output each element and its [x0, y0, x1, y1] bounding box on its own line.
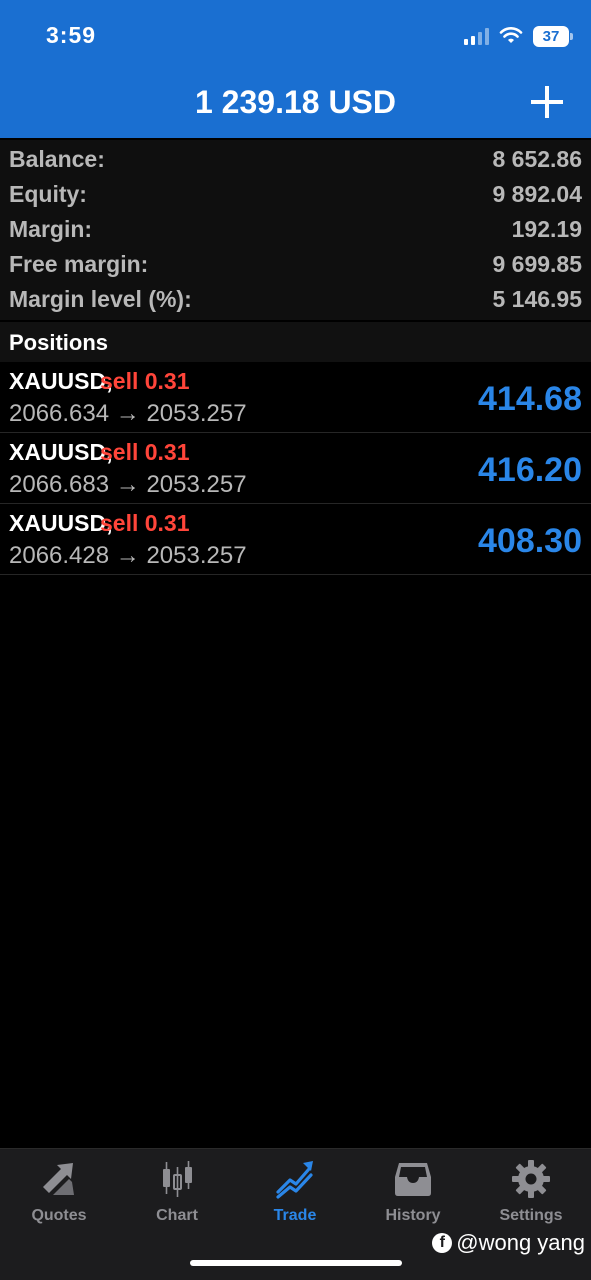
tab-trade[interactable]: Trade — [236, 1159, 354, 1231]
cellular-signal-icon — [464, 27, 489, 45]
summary-value: 5 146.95 — [492, 286, 582, 312]
wifi-icon — [499, 27, 523, 43]
tab-settings[interactable]: Settings — [472, 1159, 590, 1231]
tab-label: History — [385, 1207, 441, 1224]
position-side: sell 0.31 — [100, 368, 190, 394]
watermark: f @wong yang — [432, 1228, 585, 1258]
position-row[interactable]: XAUUSD, sell 0.31 2066.683 → 2053.257 41… — [0, 433, 591, 504]
summary-label: Balance: — [9, 146, 105, 172]
position-profit: 414.68 — [478, 380, 582, 418]
summary-row-margin-level: Margin level (%): 5 146.95 — [0, 282, 591, 317]
quotes-arrows-icon — [43, 1163, 74, 1195]
summary-label: Free margin: — [9, 251, 149, 277]
position-row[interactable]: XAUUSD, sell 0.31 2066.634 → 2053.257 41… — [0, 362, 591, 433]
facebook-icon: f — [432, 1233, 453, 1253]
summary-row-equity: Equity: 9 892.04 — [0, 177, 591, 212]
tab-history[interactable]: History — [354, 1159, 472, 1231]
positions-title: Positions — [9, 330, 109, 355]
summary-value: 9 699.85 — [492, 251, 582, 277]
position-prices: 2066.428 → 2053.257 — [9, 542, 247, 569]
tab-quotes[interactable]: Quotes — [0, 1159, 118, 1231]
position-profit: 408.30 — [478, 522, 582, 560]
summary-value: 8 652.86 — [492, 146, 582, 172]
candlestick-icon — [163, 1161, 192, 1197]
position-symbol: XAUUSD, — [9, 510, 113, 536]
status-indicators: 37 — [464, 22, 573, 50]
battery-icon: 37 — [533, 25, 573, 47]
tab-chart[interactable]: Chart — [118, 1159, 236, 1231]
summary-value: 9 892.04 — [492, 181, 582, 207]
gear-icon — [512, 1160, 550, 1198]
summary-label: Margin: — [9, 216, 93, 242]
tab-label: Trade — [273, 1207, 317, 1224]
position-prices: 2066.634 → 2053.257 — [9, 400, 247, 427]
inbox-icon — [395, 1163, 431, 1196]
position-prices: 2066.683 → 2053.257 — [9, 471, 247, 498]
positions-header: Positions — [0, 322, 591, 362]
account-profit-title: 1 239.18 USD — [194, 84, 396, 120]
position-side: sell 0.31 — [100, 510, 190, 536]
summary-label: Equity: — [9, 181, 87, 207]
summary-label: Margin level (%): — [9, 286, 192, 312]
summary-row-free-margin: Free margin: 9 699.85 — [0, 247, 591, 282]
tab-label: Chart — [156, 1207, 198, 1224]
app-header: 3:59 37 1 239.18 USD — [0, 0, 591, 138]
status-time: 3:59 — [46, 22, 97, 48]
summary-value: 192.19 — [511, 216, 582, 242]
position-symbol: XAUUSD, — [9, 368, 113, 394]
summary-row-margin: Margin: 192.19 — [0, 212, 591, 247]
watermark-text: @wong yang — [456, 1230, 585, 1255]
position-profit: 416.20 — [478, 451, 582, 489]
summary-row-balance: Balance: 8 652.86 — [0, 142, 591, 177]
tab-label: Settings — [499, 1207, 563, 1224]
tab-label: Quotes — [31, 1207, 87, 1224]
position-row[interactable]: XAUUSD, sell 0.31 2066.428 → 2053.257 40… — [0, 504, 591, 575]
trade-trend-icon — [276, 1161, 313, 1199]
position-symbol: XAUUSD, — [9, 439, 113, 465]
account-summary: Balance: 8 652.86 Equity: 9 892.04 Margi… — [0, 140, 591, 320]
new-order-button[interactable] — [531, 86, 563, 118]
home-indicator — [190, 1260, 402, 1266]
position-side: sell 0.31 — [100, 439, 190, 465]
